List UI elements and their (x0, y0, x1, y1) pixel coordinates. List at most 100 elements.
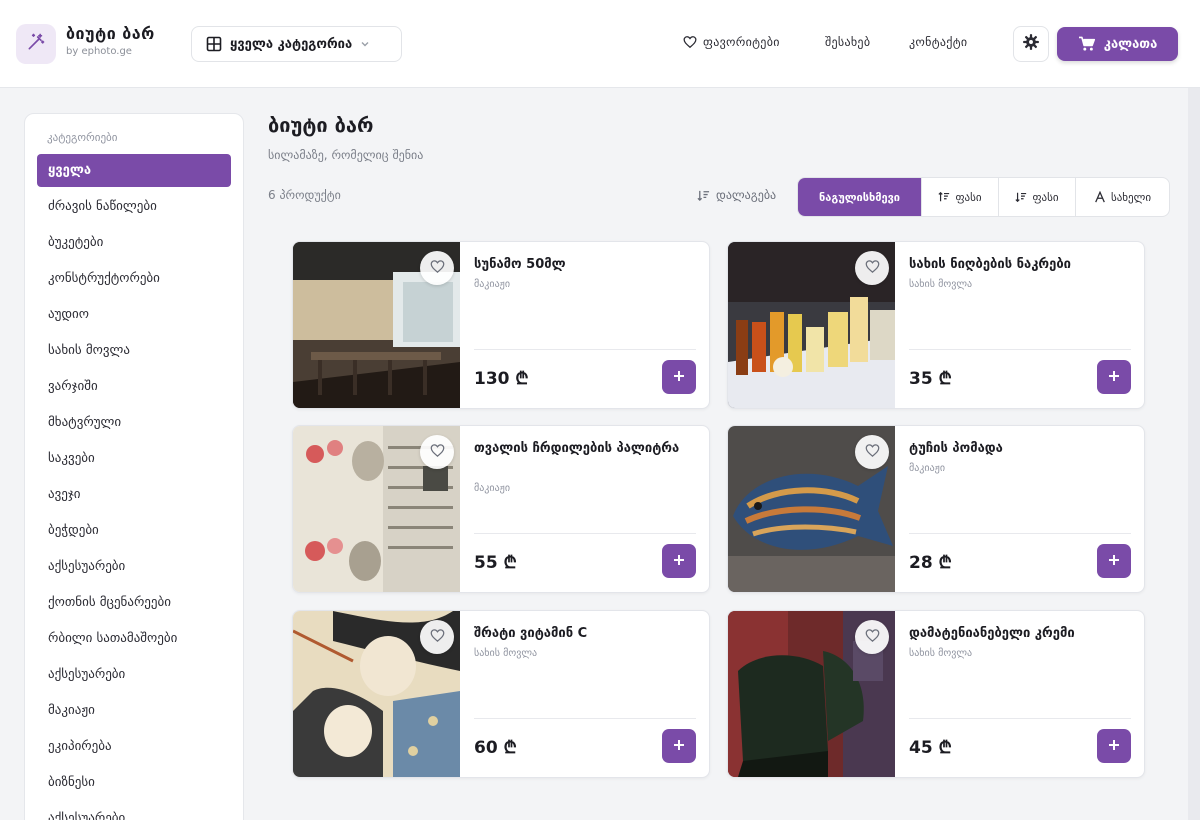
favorite-button[interactable] (855, 435, 889, 469)
grid-icon (206, 36, 222, 52)
add-to-cart-button[interactable] (1097, 729, 1131, 763)
sidebar-category-item[interactable]: ქოთნის მცენარეები (37, 586, 231, 619)
sidebar-category-item[interactable]: საკვები (37, 442, 231, 475)
category-dropdown-label: ყველა კატეგორია (230, 36, 353, 52)
nav-about-link[interactable]: შესახებ (825, 35, 870, 49)
product-card[interactable]: სუნამო 50მლ მაკიაჟი 130 ₾ (292, 241, 710, 409)
add-to-cart-button[interactable] (1097, 360, 1131, 394)
favorite-button[interactable] (420, 620, 454, 654)
cart-button-label: კალათა (1103, 36, 1158, 52)
cart-button[interactable]: კალათა (1057, 27, 1178, 61)
category-dropdown[interactable]: ყველა კატეგორია (191, 26, 402, 62)
sidebar-category-item[interactable]: აქსესუარები (37, 802, 231, 820)
sort-default-button[interactable]: ნაგულისხმევი (798, 178, 921, 216)
page-title: ბიუტი ბარ (268, 113, 374, 137)
sidebar-category-item[interactable]: აქსესუარები (37, 658, 231, 691)
sidebar-category-item[interactable]: მაკიაჟი (37, 694, 231, 727)
app-title: ბიუტი ბარ (66, 24, 155, 43)
product-price: 60 ₾ (474, 738, 517, 758)
page-subtitle: სილამაზე, რომელიც შენია (268, 148, 424, 162)
sort-icon (697, 189, 710, 202)
product-name[interactable]: სუნამო 50მლ (474, 255, 694, 275)
heart-icon (683, 35, 697, 49)
sidebar-category-item[interactable]: ბიზნესი (37, 766, 231, 799)
add-to-cart-button[interactable] (662, 360, 696, 394)
product-name[interactable]: ტუჩის პომადა (909, 439, 1129, 459)
sidebar-category-item[interactable]: მხატვრული (37, 406, 231, 439)
app-subtitle: by ephoto.ge (66, 46, 132, 57)
product-price: 130 ₾ (474, 369, 529, 389)
favorite-button[interactable] (420, 251, 454, 285)
sort-name-label: სახელი (1110, 190, 1152, 204)
product-card[interactable]: დამატენიანებელი კრემი სახის მოვლა 45 ₾ (727, 610, 1145, 778)
heart-icon (430, 628, 445, 647)
sidebar-category-item[interactable]: რბილი სათამაშოები (37, 622, 231, 655)
nav-favorites-label: ფავორიტები (703, 35, 780, 49)
product-category: მაკიაჟი (909, 463, 946, 474)
card-divider (474, 533, 696, 534)
heart-icon (865, 628, 880, 647)
product-price: 55 ₾ (474, 553, 517, 573)
sidebar-category-item[interactable]: აქსესუარები (37, 550, 231, 583)
top-header: ბიუტი ბარ by ephoto.ge ყველა კატეგორია ფ… (0, 0, 1200, 88)
sidebar-category-item[interactable]: ბუკეტები (37, 226, 231, 259)
product-price: 35 ₾ (909, 369, 952, 389)
product-name[interactable]: თვალის ჩრდილების პალიტრა (474, 439, 694, 459)
heart-icon (865, 259, 880, 278)
sort-price-asc-label: ფასი (955, 190, 982, 204)
sidebar-category-item[interactable]: სახის მოვლა (37, 334, 231, 367)
nav-favorites-link[interactable]: ფავორიტები (683, 35, 780, 49)
card-divider (909, 533, 1131, 534)
plus-icon (1107, 552, 1121, 571)
plus-icon (1107, 368, 1121, 387)
product-category: მაკიაჟი (474, 279, 511, 290)
sidebar-heading: კატეგორიები (47, 131, 118, 144)
chevron-down-icon (360, 39, 370, 49)
sort-price-desc-button[interactable]: ფასი (998, 178, 1075, 216)
product-category: სახის მოვლა (909, 279, 973, 290)
sort-alpha-icon (1094, 191, 1106, 203)
plus-icon (672, 737, 686, 756)
card-divider (474, 718, 696, 719)
heart-icon (865, 443, 880, 462)
product-card[interactable]: სახის ნიღბების ნაკრები სახის მოვლა 35 ₾ (727, 241, 1145, 409)
sidebar-category-item[interactable]: ბეჭდები (37, 514, 231, 547)
product-name[interactable]: შრატი ვიტამინ C (474, 624, 694, 644)
favorite-button[interactable] (855, 251, 889, 285)
product-price: 45 ₾ (909, 738, 952, 758)
card-divider (909, 349, 1131, 350)
add-to-cart-button[interactable] (1097, 544, 1131, 578)
add-to-cart-button[interactable] (662, 729, 696, 763)
sort-price-desc-label: ფასი (1032, 190, 1059, 204)
product-count: 6 პროდუქტი (268, 188, 341, 202)
sort-price-asc-button[interactable]: ფასი (921, 178, 998, 216)
sort-name-button[interactable]: სახელი (1075, 178, 1169, 216)
add-to-cart-button[interactable] (662, 544, 696, 578)
sidebar-category-item[interactable]: ავეჯი (37, 478, 231, 511)
product-price: 28 ₾ (909, 553, 952, 573)
nav-contact-link[interactable]: კონტაქტი (909, 35, 967, 49)
sidebar-category-item[interactable]: ძრავის ნაწილები (37, 190, 231, 223)
sort-default-label: ნაგულისხმევი (819, 190, 900, 204)
product-card[interactable]: თვალის ჩრდილების პალიტრა მაკიაჟი 55 ₾ (292, 425, 710, 593)
sidebar-category-item[interactable]: ყველა (37, 154, 231, 187)
sidebar-category-item[interactable]: ვარჯიში (37, 370, 231, 403)
sidebar-category-item[interactable]: აუდიო (37, 298, 231, 331)
product-name[interactable]: სახის ნიღბების ნაკრები (909, 255, 1129, 275)
theme-toggle-button[interactable] (1013, 26, 1049, 62)
sidebar-category-item[interactable]: ეკიპირება (37, 730, 231, 763)
product-card[interactable]: შრატი ვიტამინ C სახის მოვლა 60 ₾ (292, 610, 710, 778)
sort-options: ნაგულისხმევი ფასი ფასი სახელი (797, 177, 1170, 217)
product-name[interactable]: დამატენიანებელი კრემი (909, 624, 1129, 644)
product-card[interactable]: ტუჩის პომადა მაკიაჟი 28 ₾ (727, 425, 1145, 593)
card-divider (909, 718, 1131, 719)
favorite-button[interactable] (420, 435, 454, 469)
page-scrollbar-track[interactable] (1188, 88, 1200, 820)
sidebar-category-item[interactable]: კონსტრუქტორები (37, 262, 231, 295)
magic-wand-icon (26, 32, 46, 56)
product-category: მაკიაჟი (474, 483, 511, 494)
heart-icon (430, 259, 445, 278)
sort-label: დალაგება (697, 188, 776, 202)
logo-badge[interactable] (16, 24, 56, 64)
favorite-button[interactable] (855, 620, 889, 654)
